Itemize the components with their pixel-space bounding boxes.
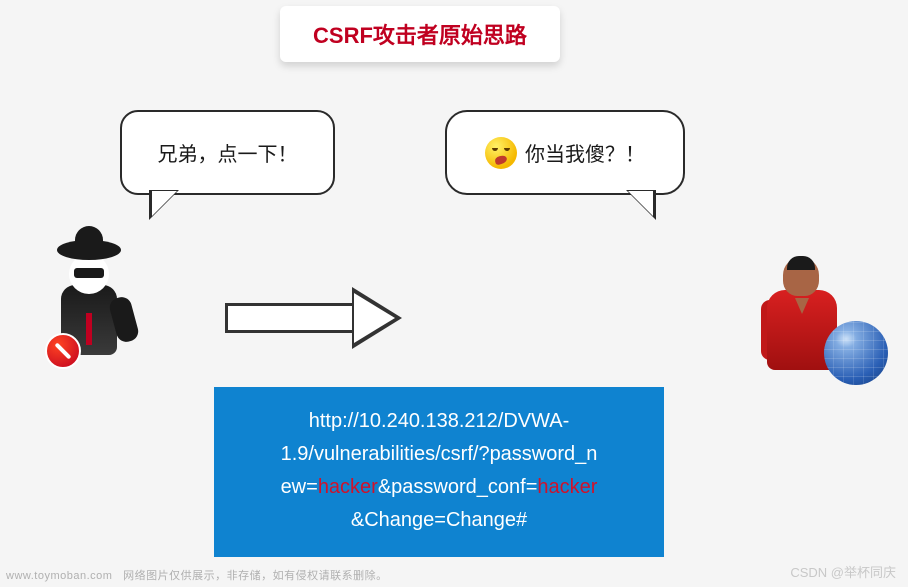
watermark-site: www.toymoban.com [6,570,112,582]
malicious-url-box: http://10.240.138.212/DVWA- 1.9/vulnerab… [214,387,664,557]
forbidden-badge-icon [45,333,81,369]
watermark-left: www.toymoban.com 网络图片仅供展示，非存储，如有侵权请联系删除。 [6,567,388,583]
victim-speech-bubble: 你当我傻？！ [445,110,685,195]
url-line3c: &password_conf= [378,476,538,498]
url-hacker1: hacker [318,476,378,498]
watermark-csdn: CSDN @举杯同庆 [790,565,896,580]
url-line3a: ew= [281,476,318,498]
url-line2: 1.9/vulnerabilities/csrf/?password_n [281,443,598,465]
watermark-right: CSDN @举杯同庆 [790,562,896,581]
url-line1: http://10.240.138.212/DVWA- [309,410,570,432]
attacker-figure [49,240,129,365]
victim-figure [763,258,888,383]
attacker-speech-text: 兄弟，点一下！ [158,138,298,167]
url-line4: &Change=Change# [351,509,527,531]
user-with-globe-icon [763,258,888,383]
url-hacker2: hacker [537,476,597,498]
victim-speech-text: 你当我傻？！ [525,138,645,167]
title-text: CSRF攻击者原始思路 [313,18,527,50]
attacker-speech-bubble: 兄弟，点一下！ [120,110,335,195]
attacker-icon [49,240,129,365]
watermark-disclaimer: 网络图片仅供展示，非存储，如有侵权请联系删除。 [123,570,388,582]
globe-icon [824,321,888,385]
title-box: CSRF攻击者原始思路 [280,6,560,62]
arrow-right-icon [225,288,415,348]
smirk-emoji-icon [485,137,517,169]
